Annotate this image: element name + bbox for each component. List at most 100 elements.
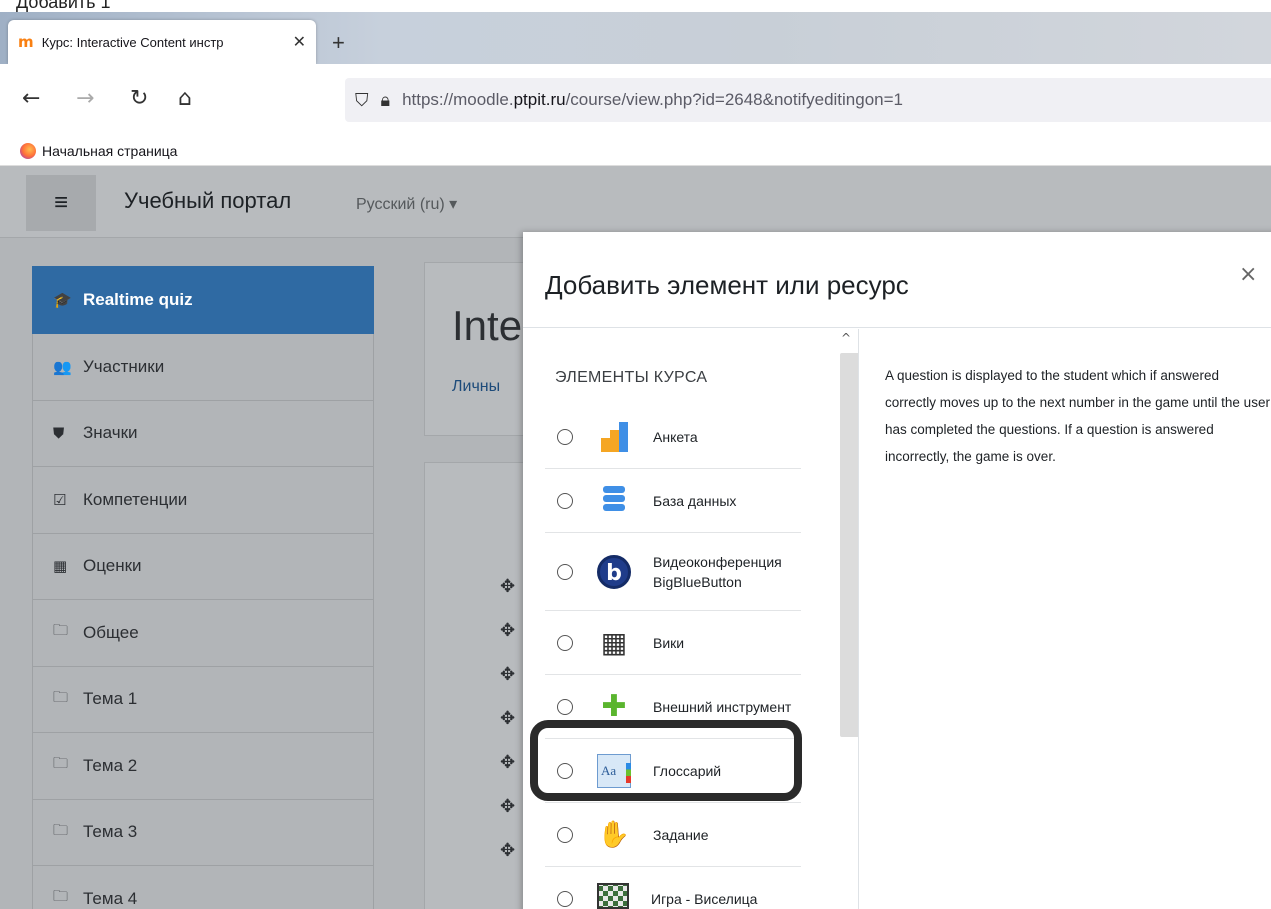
puzzle-icon: ✚ [601,688,627,724]
radio-button[interactable] [557,428,573,445]
moodle-favicon-icon: m [18,33,34,51]
close-icon[interactable]: × [1239,262,1257,287]
activity-option[interactable]: База данных [545,469,801,533]
activity-option[interactable]: b Видеоконференция BigBlueButton [545,533,801,611]
scrollbar[interactable]: ^ [835,329,858,909]
radio-button[interactable] [557,698,573,715]
activity-option[interactable]: ✚ Внешний инструмент [545,675,801,739]
activity-option[interactable]: Анкета [545,405,801,469]
move-icon[interactable]: ✥ [500,576,515,597]
sidebar-item-label: Тема 2 [83,755,138,775]
language-selector[interactable]: Русский (ru) ▾ [356,194,457,214]
activity-description: A question is displayed to the student w… [885,368,1270,464]
tab-close-icon[interactable]: ✕ [293,32,306,52]
radio-button[interactable] [557,890,573,907]
sidebar-item[interactable]: ⛊ Значки [32,400,374,467]
sidebar-item-icon: 🗀 [53,887,69,906]
sidebar-item-icon: ☑ [53,490,67,509]
modal-header: Добавить элемент или ресурс × [523,232,1271,328]
activity-option-label: Вики [653,634,685,651]
activity-option-label: Задание [653,826,709,843]
tab-title: Курс: Interactive Content инстр [41,34,224,50]
move-icon[interactable]: ✥ [500,620,515,641]
activity-option-label: Внешний инструмент [653,698,792,715]
section-label: ЭЛЕМЕНТЫ КУРСА [555,369,708,386]
assignment-icon: ✋ [597,819,631,850]
activity-option-label: База данных [653,492,737,509]
move-icon[interactable]: ✥ [500,664,515,685]
activity-option[interactable]: ▦ Вики [545,611,801,675]
hamburger-menu-icon[interactable]: ≡ [26,175,96,231]
activity-option[interactable]: Aa Глоссарий [545,739,801,803]
url-text: https://moodle.ptpit.ru/course/view.php?… [402,90,903,109]
forward-arrow-icon[interactable]: → [76,86,94,111]
sidebar-item-label: Значки [83,423,138,443]
sidebar-item-icon: ▦ [53,557,68,576]
back-arrow-icon[interactable]: ← [22,86,40,111]
sidebar-item[interactable]: 🗀 Тема 3 [32,799,374,866]
reload-icon[interactable]: ↻ [130,86,148,111]
sidebar-item-icon: 🗀 [53,754,69,773]
moodle-header: ≡ Учебный портал Русский (ru) ▾ [0,166,1271,238]
radio-button[interactable] [557,762,573,779]
sidebar-item-icon: 👥 [53,357,72,376]
sidebar-item[interactable]: 🎓 Realtime quiz [32,266,374,334]
radio-button[interactable] [557,563,573,580]
lock-icon: 🔒︎ [380,89,391,111]
glossary-icon: Aa [597,753,631,788]
activity-option[interactable]: Игра - Виселица [545,867,801,909]
sidebar-item[interactable]: 👥 Участники [32,334,374,401]
sidebar-item-icon: 🗀 [53,687,69,706]
move-icon[interactable]: ✥ [500,708,515,729]
sidebar-item[interactable]: 🗀 Тема 1 [32,666,374,733]
activity-option-label: Видеоконференция BigBlueButton [653,553,782,590]
activity-option[interactable]: ✋ Задание [545,803,801,867]
new-tab-button[interactable]: + [332,30,345,56]
sidebar-item[interactable]: 🗀 Тема 4 [32,866,374,909]
sidebar-item-label: Оценки [83,556,142,576]
sidebar-item-icon: 🗀 [53,621,69,640]
sidebar-item-icon: 🎓 [53,290,72,309]
add-activity-modal: Добавить элемент или ресурс × ЭЛЕМЕНТЫ К… [523,232,1271,909]
sidebar-item-label: Тема 4 [83,888,138,908]
sidebar-item-label: Realtime quiz [83,289,193,309]
bigbluebutton-icon: b [597,554,631,589]
hangman-icon [597,882,629,909]
move-icon[interactable]: ✥ [500,752,515,773]
browser-tab[interactable]: m Курс: Interactive Content инстр ✕ [8,20,316,64]
activity-list-panel: ЭЛЕМЕНТЫ КУРСА Анкета База данных b Видеоко… [523,329,859,909]
bookmarks-bar: Начальная страница [0,136,1271,166]
radio-button[interactable] [557,826,573,843]
wiki-icon: ▦ [600,625,628,659]
scroll-up-icon[interactable]: ^ [841,331,851,345]
url-bar[interactable]: ⛉ 🔒︎ https://moodle.ptpit.ru/course/view… [345,78,1271,122]
move-icon[interactable]: ✥ [500,796,515,817]
shield-icon: ⛉ [355,89,369,111]
home-icon[interactable]: ⌂ [178,86,192,111]
chart-bars-icon [597,420,631,454]
sidebar-item-label: Компетенции [83,489,188,509]
sidebar-item[interactable]: ▦ Оценки [32,533,374,600]
browser-tab-strip: m Курс: Interactive Content инстр ✕ + [0,12,1271,64]
database-icon [597,484,631,518]
activity-options: Анкета База данных b Видеоконференция BigBl… [545,405,801,909]
sidebar-item-label: Участники [83,356,165,376]
sidebar-item[interactable]: 🗀 Тема 2 [32,733,374,800]
course-sidebar: 🎓 Realtime quiz 👥 Участники ⛊ Значки ☑ Компетен… [32,266,374,909]
browser-navbar: ← → ↻ ⌂ ⛉ 🔒︎ https://moodle.ptpit.ru/cou… [0,64,1271,136]
breadcrumb[interactable]: Личны [452,378,500,396]
move-icon[interactable]: ✥ [500,840,515,861]
sidebar-item[interactable]: ☑ Компетенции [32,467,374,534]
activity-option-label: Глоссарий [653,762,722,779]
modal-title: Добавить элемент или ресурс [545,270,909,300]
site-name[interactable]: Учебный портал [124,188,291,214]
scroll-thumb[interactable] [840,353,858,737]
course-content-card [424,462,534,909]
sidebar-item-label: Общее [83,622,139,642]
radio-button[interactable] [557,634,573,651]
sidebar-item-label: Тема 3 [83,822,138,842]
radio-button[interactable] [557,492,573,509]
sidebar-item[interactable]: 🗀 Общее [32,600,374,667]
activity-option-label: Игра - Виселица [651,890,758,907]
bookmark-home[interactable]: Начальная страница [42,143,177,159]
